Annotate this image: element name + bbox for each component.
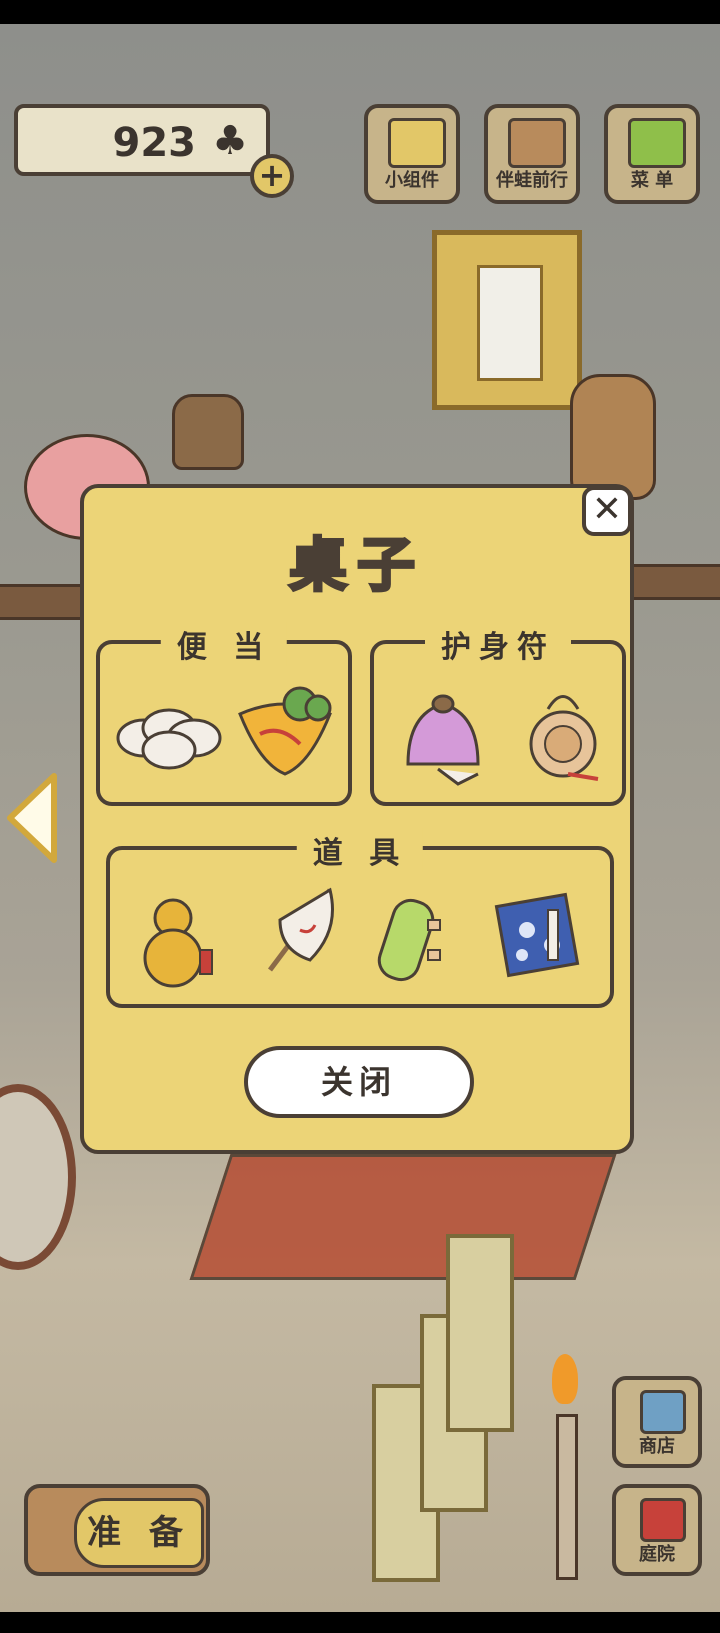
wooden-charm-item-icon[interactable] — [508, 674, 618, 794]
bell-charm-item-icon[interactable] — [388, 674, 498, 794]
bamboo-mat-item-icon[interactable] — [366, 880, 466, 990]
candle-flame — [552, 1354, 578, 1404]
decor-mirror — [0, 1084, 76, 1270]
shop-label: 商店 — [639, 1436, 675, 1457]
clover-amount: 923 — [112, 120, 197, 166]
blanket-item-icon[interactable] — [482, 880, 592, 990]
navigation-bar — [0, 1612, 720, 1633]
travel-button[interactable]: 伴蛙前行 — [484, 104, 580, 204]
table-dialog: 桌子 便 当 护身符 道 具 关闭 — [80, 484, 634, 1154]
decor-vase — [570, 374, 656, 500]
clover-icon: ♣ — [212, 118, 248, 164]
travel-label: 伴蛙前行 — [496, 170, 568, 191]
decor-window — [432, 230, 582, 410]
widgets-button[interactable]: 小组件 — [364, 104, 460, 204]
album-icon — [508, 118, 566, 168]
garden-label: 庭院 — [639, 1544, 675, 1565]
omelette-item-icon[interactable] — [230, 674, 340, 784]
prepare-label: 准 备 — [74, 1498, 204, 1568]
clover-counter: 923 ♣ — [14, 104, 270, 176]
tools-group: 道 具 — [106, 828, 614, 1008]
menu-icon — [628, 118, 686, 168]
left-arrow-icon[interactable] — [4, 772, 60, 864]
decor-folding-screen — [446, 1234, 514, 1432]
garden-button[interactable]: 庭院 — [612, 1484, 702, 1576]
shop-icon — [640, 1390, 686, 1434]
decor-rug — [189, 1154, 617, 1280]
gourd-item-icon[interactable] — [128, 880, 228, 990]
charm-group: 护身符 — [370, 622, 626, 806]
bento-group-title: 便 当 — [160, 622, 288, 666]
close-button[interactable]: 关闭 — [244, 1046, 474, 1118]
decor-plant-pot — [172, 394, 244, 470]
decor-candle — [556, 1414, 578, 1580]
add-clover-button[interactable]: + — [250, 154, 294, 198]
tools-group-title: 道 具 — [296, 828, 424, 872]
umbrella-item-icon[interactable] — [250, 880, 350, 990]
widgets-label: 小组件 — [385, 170, 439, 191]
status-bar — [0, 0, 720, 24]
bento-group: 便 当 — [96, 622, 352, 806]
garden-icon — [640, 1498, 686, 1542]
charm-group-title: 护身符 — [425, 622, 571, 666]
close-icon[interactable]: ✕ — [582, 486, 632, 536]
menu-label: 菜 单 — [630, 170, 674, 191]
dumplings-item-icon[interactable] — [114, 678, 224, 778]
shop-button[interactable]: 商店 — [612, 1376, 702, 1468]
widgets-icon — [388, 118, 446, 168]
prepare-button[interactable]: 准 备 — [24, 1484, 210, 1576]
menu-button[interactable]: 菜 单 — [604, 104, 700, 204]
dialog-title: 桌子 — [287, 530, 425, 601]
